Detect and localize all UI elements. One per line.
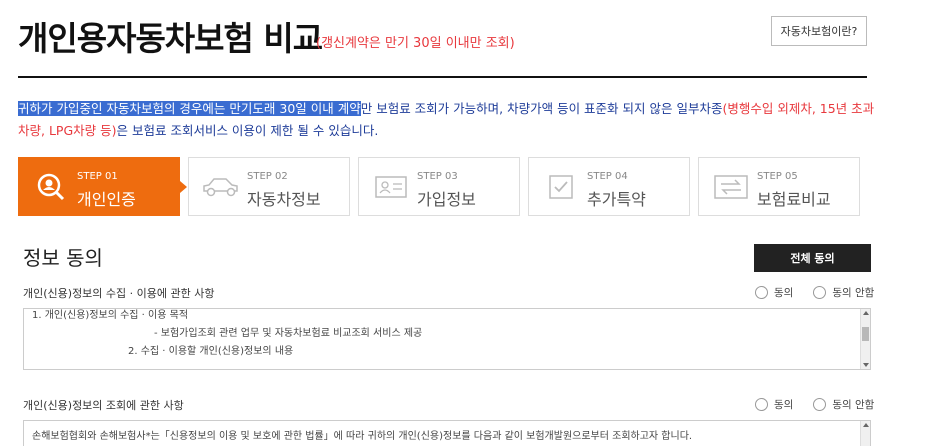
consent-collection-radio-group: 동의 동의 안함 bbox=[755, 285, 874, 300]
step-number: STEP 05 bbox=[757, 171, 798, 182]
radio-circle-icon[interactable] bbox=[755, 398, 768, 411]
step-name: 자동차정보 bbox=[247, 190, 321, 209]
step-number: STEP 02 bbox=[247, 171, 288, 182]
radio-label: 동의 bbox=[774, 399, 794, 411]
consent-collection-disagree-radio[interactable]: 동의 안함 bbox=[813, 285, 874, 300]
consent-inquiry-radio-group: 동의 동의 안함 bbox=[755, 397, 874, 412]
checkbox-icon bbox=[541, 172, 581, 202]
step-number: STEP 03 bbox=[417, 171, 458, 182]
scroll-up-icon[interactable] bbox=[863, 311, 869, 315]
step-name: 개인인증 bbox=[77, 190, 136, 209]
radio-label: 동의 안함 bbox=[832, 287, 875, 299]
search-person-icon bbox=[31, 172, 71, 202]
id-card-icon bbox=[371, 172, 411, 202]
textbox-line: 2. 수집 · 이용할 개인(신용)정보의 내용 bbox=[128, 346, 294, 357]
scroll-thumb[interactable] bbox=[862, 327, 869, 341]
notice-highlight: 귀하가 가입중인 자동차보험의 경우에는 만기도래 30일 이내 계약 bbox=[18, 101, 361, 116]
compare-arrows-icon bbox=[711, 172, 751, 202]
step-02: STEP 02 자동차정보 bbox=[188, 157, 350, 216]
notice-text-2: 은 보험료 조회서비스 이용이 제한 될 수 있습니다. bbox=[116, 123, 379, 138]
consent-inquiry-disagree-radio[interactable]: 동의 안함 bbox=[813, 397, 874, 412]
radio-label: 동의 bbox=[774, 287, 794, 299]
step-03: STEP 03 가입정보 bbox=[358, 157, 520, 216]
step-name: 가입정보 bbox=[417, 190, 476, 209]
step-number: STEP 01 bbox=[77, 171, 118, 182]
radio-circle-icon[interactable] bbox=[755, 286, 768, 299]
consent-inquiry-agree-radio[interactable]: 동의 bbox=[755, 397, 793, 412]
textbox-line: 1. 개인(신용)정보의 수집 · 이용 목적 bbox=[32, 310, 189, 321]
scroll-down-icon[interactable] bbox=[863, 363, 869, 367]
consent-collection-agree-radio[interactable]: 동의 bbox=[755, 285, 793, 300]
step-01: STEP 01 개인인증 bbox=[18, 157, 187, 216]
step-name: 추가특약 bbox=[587, 190, 646, 209]
page-subtitle: (갱신계약은 만기 30일 이내만 조회) bbox=[316, 36, 515, 51]
step-progress: STEP 01 개인인증 STEP 02 자동차정보 STEP 03 가입정보 … bbox=[18, 157, 860, 216]
notice-text: 귀하가 가입중인 자동차보험의 경우에는 만기도래 30일 이내 계약만 보험료… bbox=[18, 98, 878, 142]
notice-text-1: 만 보험료 조회가 가능하며, 차량가액 등이 표준화 되지 않은 일부차종 bbox=[360, 101, 723, 116]
consent-collection-textbox[interactable]: 1. 개인(신용)정보의 수집 · 이용 목적 - 보험가입조회 관련 업무 및… bbox=[23, 308, 871, 370]
step-name: 보험료비교 bbox=[757, 190, 831, 209]
title-divider bbox=[18, 76, 867, 78]
scroll-up-icon[interactable] bbox=[863, 423, 869, 427]
car-icon bbox=[201, 172, 241, 202]
consent-collection-label: 개인(신용)정보의 수집 · 이용에 관한 사항 bbox=[23, 287, 215, 300]
vertical-scrollbar[interactable] bbox=[860, 309, 870, 369]
step-number: STEP 04 bbox=[587, 171, 628, 182]
radio-circle-icon[interactable] bbox=[813, 398, 827, 411]
step-04: STEP 04 추가특약 bbox=[528, 157, 690, 216]
textbox-line: 손해보험협회와 손해보험사*는「신용정보의 이용 및 보호에 관한 법률」에 따… bbox=[32, 431, 693, 442]
section-title: 정보 동의 bbox=[23, 246, 103, 270]
what-is-car-insurance-button[interactable]: 자동차보험이란? bbox=[771, 16, 867, 46]
consent-inquiry-label: 개인(신용)정보의 조회에 관한 사항 bbox=[23, 399, 184, 412]
vertical-scrollbar[interactable] bbox=[860, 421, 870, 446]
step-05: STEP 05 보험료비교 bbox=[698, 157, 860, 216]
active-step-arrow bbox=[180, 181, 187, 193]
radio-label: 동의 안함 bbox=[832, 399, 875, 411]
radio-circle-icon[interactable] bbox=[813, 286, 827, 299]
consent-inquiry-textbox[interactable]: 손해보험협회와 손해보험사*는「신용정보의 이용 및 보호에 관한 법률」에 따… bbox=[23, 420, 871, 446]
textbox-line: - 보험가입조회 관련 업무 및 자동차보험료 비교조회 서비스 제공 bbox=[154, 328, 423, 339]
page-title: 개인용자동차보험 비교 bbox=[18, 19, 323, 58]
agree-all-button[interactable]: 전체 동의 bbox=[754, 244, 871, 272]
